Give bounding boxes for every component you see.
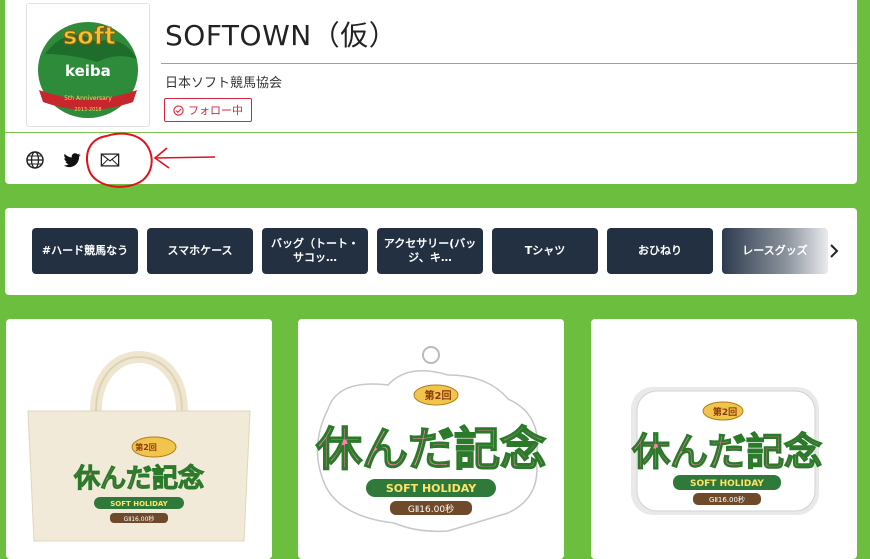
product-card-keychain[interactable]: 第2回 休んだ記念 SOFT HOLIDAY GⅡ16.00秒 <box>298 319 564 559</box>
badge-subtitle: SOFT HOLIDAY <box>690 479 764 489</box>
follow-button[interactable]: フォロー中 <box>164 98 252 122</box>
shop-logo[interactable]: soft keiba 5th Anniversary 2013-2018 <box>26 3 150 127</box>
logo-years: 2013-2018 <box>74 107 101 113</box>
category-race-goods[interactable]: レースグッズ <box>722 228 828 274</box>
product-card-tote[interactable]: 第2回 休んだ記念 SOFT HOLIDAY GⅡ16.00秒 <box>6 319 272 559</box>
badge-grade: GⅡ16.00秒 <box>709 495 745 504</box>
category-tshirts[interactable]: Tシャツ <box>492 228 598 274</box>
category-nav-card: #ハード競馬なう スマホケース バッグ（トート・サコッ… アクセサリー(バッジ、… <box>5 208 857 295</box>
tote-title: 休んだ記念 <box>73 463 204 494</box>
button-badge-image: 第2回 休んだ記念 SOFT HOLIDAY GⅡ16.00秒 <box>630 387 823 515</box>
acrylic-keychain-image: 第2回 休んだ記念 SOFT HOLIDAY GⅡ16.00秒 <box>314 346 547 533</box>
title-divider <box>161 63 857 64</box>
follow-label: フォロー中 <box>188 104 243 117</box>
tote-grade: GⅡ16.00秒 <box>124 515 155 523</box>
check-circle-icon <box>173 104 184 116</box>
keychain-title: 休んだ記念 <box>315 422 546 476</box>
shop-logo-image: soft keiba 5th Anniversary 2013-2018 <box>38 22 138 118</box>
keychain-badge: 第2回 <box>425 389 452 402</box>
shop-profile-card: soft keiba 5th Anniversary 2013-2018 SOF… <box>5 0 857 188</box>
chevron-right-icon[interactable] <box>827 242 841 260</box>
mail-icon[interactable] <box>100 150 120 170</box>
shop-owner-name: 日本ソフト競馬協会 <box>165 76 283 91</box>
logo-text-mid: keiba <box>65 62 111 80</box>
keychain-grade: GⅡ16.00秒 <box>408 503 454 515</box>
category-bags[interactable]: バッグ（トート・サコッ… <box>262 228 368 274</box>
product-card-badge[interactable]: 第2回 休んだ記念 SOFT HOLIDAY GⅡ16.00秒 <box>591 319 857 559</box>
shop-title: SOFTOWN（仮） <box>165 19 398 52</box>
tote-subtitle: SOFT HOLIDAY <box>110 500 168 508</box>
globe-icon[interactable] <box>25 150 45 170</box>
category-accessories[interactable]: アクセサリー(バッジ、キ… <box>377 228 483 274</box>
keychain-subtitle: SOFT HOLIDAY <box>386 482 477 495</box>
category-phone-case[interactable]: スマホケース <box>147 228 253 274</box>
tote-bag-image: 第2回 休んだ記念 SOFT HOLIDAY GⅡ16.00秒 <box>27 351 251 542</box>
logo-banner-text: 5th Anniversary <box>64 95 112 102</box>
twitter-icon[interactable] <box>62 150 82 170</box>
tote-badge: 第2回 <box>135 442 157 452</box>
category-list: #ハード競馬なう スマホケース バッグ（トート・サコッ… アクセサリー(バッジ、… <box>32 228 828 274</box>
category-ohineri[interactable]: おひねり <box>607 228 713 274</box>
logo-text-top: soft <box>63 22 116 50</box>
profile-divider <box>5 132 857 133</box>
category-hard-keiba[interactable]: #ハード競馬なう <box>32 228 138 274</box>
badge-title: 休んだ記念 <box>631 430 822 474</box>
badge-badge: 第2回 <box>713 406 737 418</box>
